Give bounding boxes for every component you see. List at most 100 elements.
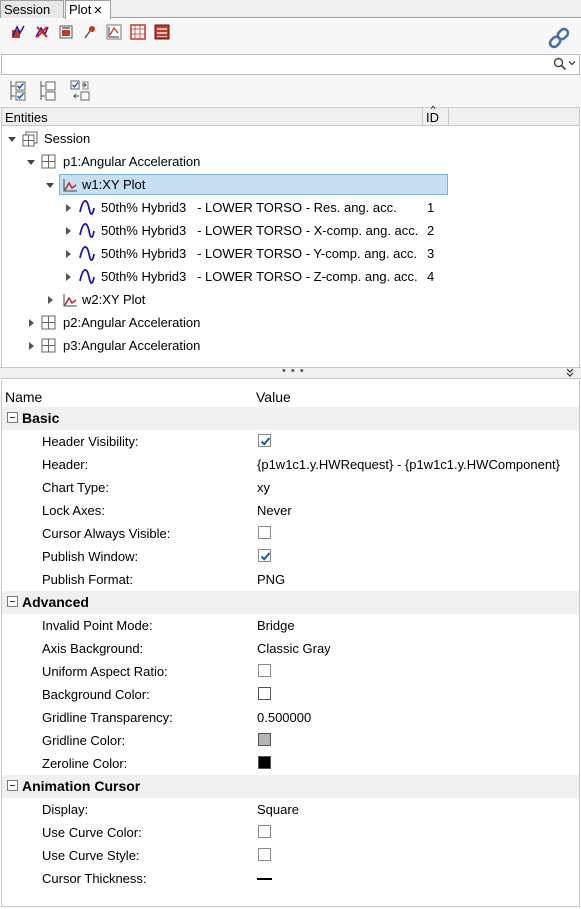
lock-axes-value[interactable]: Never [257,503,292,518]
tree-item-page[interactable]: p2:Angular Acceleration [2,312,579,334]
tree-item-curve[interactable]: 50th% Hybrid3 - LOWER TORSO - Y-comp. an… [2,243,579,265]
value-column-header[interactable]: Value [256,389,291,405]
tab-plot-label: Plot [69,2,92,17]
search-input[interactable] [4,56,544,73]
tree-item-label: p1:Angular Acceleration [63,154,201,169]
expand-checked-icon[interactable] [8,80,28,102]
collapse-icon[interactable] [7,596,18,607]
curve-delete-icon[interactable] [34,24,50,40]
toggle-selection-icon[interactable] [70,80,90,102]
use-curve-style-checkbox[interactable] [258,848,271,861]
tree-item-window[interactable]: w2:XY Plot [2,289,579,311]
use-curve-color-checkbox[interactable] [258,825,271,838]
tree-item-curve[interactable]: 50th% Hybrid3 - LOWER TORSO - X-comp. an… [2,220,579,242]
property-name: Background Color: [42,687,150,702]
grid-icon[interactable] [130,24,146,40]
link-icon[interactable] [547,26,571,50]
collapsed-arrow-icon[interactable] [27,342,35,350]
property-row: Chart Type: xy [2,476,579,499]
publish-format-value[interactable]: PNG [257,572,285,587]
invalid-point-mode-value[interactable]: Bridge [257,618,295,633]
collapsed-arrow-icon[interactable] [64,227,72,235]
property-name: Chart Type: [42,480,109,495]
chart-type-value[interactable]: xy [257,480,270,495]
tree-item-curve[interactable]: 50th% Hybrid3 - LOWER TORSO - Res. ang. … [2,197,579,219]
tree-item-window-selected[interactable]: w1:XY Plot [2,174,579,196]
tab-plot[interactable]: Plot ✕ [65,0,111,19]
page-icon[interactable] [58,24,74,40]
property-name: Invalid Point Mode: [42,618,153,633]
axis-background-value[interactable]: Classic Gray [257,641,331,656]
entities-header: Entities ^ ID [1,104,580,126]
collapsed-arrow-icon[interactable] [46,296,54,304]
window-icon[interactable] [154,24,170,40]
entities-column-header[interactable]: Entities [5,110,48,125]
collapse-icon[interactable] [7,412,18,423]
header-visibility-checkbox[interactable] [258,434,271,447]
xy-plot-icon [63,294,77,307]
section-title: Basic [22,410,60,426]
page-icon [41,315,56,330]
double-chevron-down-icon[interactable] [565,368,575,378]
background-color-swatch[interactable] [258,687,271,700]
property-row: Header: {p1w1c1.y.HWRequest} - {p1w1c1.y… [2,453,579,476]
name-column-header[interactable]: Name [5,389,42,405]
section-basic[interactable]: Basic [2,407,579,430]
entity-tree: Session p1:Angular Acceleration w1:XY Pl… [1,127,580,367]
property-row: Header Visibility: [2,430,579,453]
pin-icon[interactable] [82,24,98,40]
property-row: Use Curve Color: [2,821,579,844]
tree-item-label: w1:XY Plot [82,177,146,192]
property-name: Gridline Transparency: [42,710,173,725]
publish-window-checkbox[interactable] [258,549,271,562]
curve-icon [79,269,95,284]
collapsed-arrow-icon[interactable] [64,273,72,281]
close-icon[interactable]: ✕ [93,5,102,17]
section-advanced[interactable]: Advanced [2,591,579,614]
property-row: Uniform Aspect Ratio: [2,660,579,683]
property-name: Uniform Aspect Ratio: [42,664,168,679]
property-name: Cursor Thickness: [42,871,147,886]
collapse-tree-icon[interactable] [38,80,58,102]
property-grid-header: Name Value [2,380,579,406]
property-grid: Name Value Basic Header Visibility: Head… [1,380,580,907]
tab-session[interactable]: Session [0,0,64,18]
gridline-transparency-value[interactable]: 0.500000 [257,710,311,725]
collapsed-arrow-icon[interactable] [27,319,35,327]
section-animation-cursor[interactable]: Animation Cursor [2,775,579,798]
property-name: Header: [42,457,89,472]
display-value[interactable]: Square [257,802,299,817]
splitter-grip[interactable]: • • • [282,365,305,377]
property-row: Gridline Transparency: 0.500000 [2,706,579,729]
curve-id: 3 [427,246,435,261]
column-divider[interactable] [422,108,423,126]
property-name: Publish Window: [42,549,139,564]
tree-item-curve[interactable]: 50th% Hybrid3 - LOWER TORSO - Z-comp. an… [2,266,579,288]
property-name: Lock Axes: [42,503,105,518]
axis-icon[interactable] [106,24,122,40]
curve-add-icon[interactable] [10,24,26,40]
property-row: Axis Background: Classic Gray [2,637,579,660]
cursor-always-visible-checkbox[interactable] [258,526,271,539]
zeroline-color-swatch[interactable] [258,756,271,769]
uniform-aspect-ratio-checkbox[interactable] [258,664,271,677]
expanded-arrow-icon[interactable] [46,181,54,189]
tree-item-session[interactable]: Session [2,128,579,150]
search-icon[interactable] [553,57,567,71]
expanded-arrow-icon[interactable] [8,135,16,143]
collapse-icon[interactable] [7,780,18,791]
tree-item-page[interactable]: p1:Angular Acceleration [2,151,579,173]
tree-item-label: p3:Angular Acceleration [63,338,201,353]
property-name: Header Visibility: [42,434,139,449]
collapsed-arrow-icon[interactable] [64,250,72,258]
cursor-thickness-line[interactable] [257,878,272,880]
collapsed-arrow-icon[interactable] [64,204,72,212]
id-column-header[interactable]: ^ ID [426,104,439,125]
expanded-arrow-icon[interactable] [27,158,35,166]
tree-item-label: 50th% Hybrid3 - LOWER TORSO - Z-comp. an… [101,269,418,284]
gridline-color-swatch[interactable] [258,733,271,746]
panel-splitter[interactable]: • • • [0,365,581,379]
header-value[interactable]: {p1w1c1.y.HWRequest} - {p1w1c1.y.HWCompo… [257,457,560,472]
chevron-down-icon[interactable] [567,58,577,68]
tree-item-page[interactable]: p3:Angular Acceleration [2,335,579,357]
